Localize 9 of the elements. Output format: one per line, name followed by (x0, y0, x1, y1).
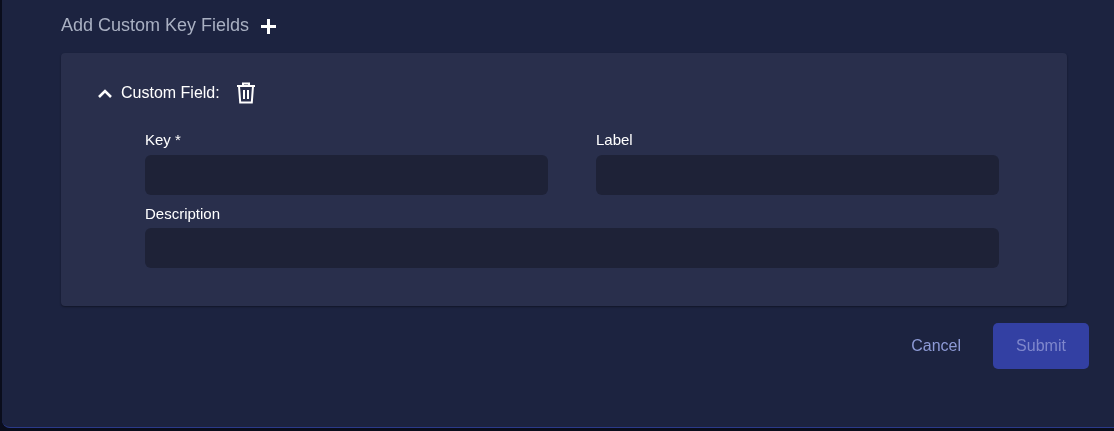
trash-icon (235, 82, 256, 104)
field-label: Label (596, 130, 634, 150)
cancel-button[interactable]: Cancel (895, 324, 977, 368)
field-label: Key * (145, 130, 182, 150)
field-label: Description (145, 203, 222, 224)
plus-icon (261, 18, 277, 34)
delete-button[interactable] (235, 82, 256, 104)
custom-field-title: Custom Field: (121, 83, 220, 103)
section-title: Add Custom Key Fields (61, 14, 250, 37)
